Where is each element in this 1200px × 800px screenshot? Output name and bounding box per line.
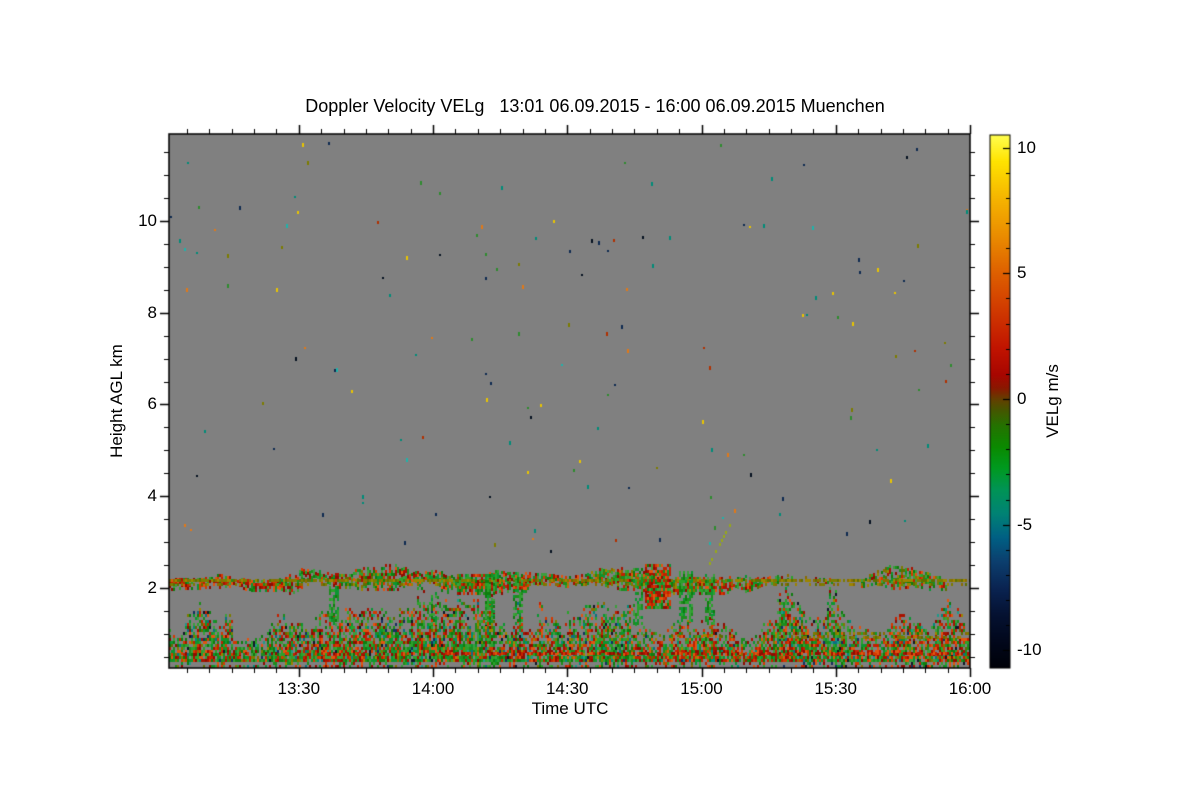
x-tick-label: 14:00 [411, 679, 455, 698]
y-tick-label: 2 [147, 577, 157, 597]
x-tick-label: 15:00 [680, 679, 723, 698]
colorbar-tick-label: -10 [1017, 640, 1042, 660]
y-tick-label: 8 [147, 302, 157, 322]
x-tick-label: 14:30 [545, 679, 589, 698]
x-tick-label: 15:30 [814, 679, 858, 698]
x-axis-label: Time UTC [531, 699, 609, 718]
colorbar-tick-label: 10 [1017, 137, 1036, 157]
chart-title: Doppler Velocity VELg 13:01 06.09.2015 -… [305, 96, 885, 116]
x-tick-label: 16:00 [948, 679, 992, 698]
y-tick-label: 10 [138, 211, 157, 231]
colorbar-tick-label: -5 [1017, 514, 1033, 534]
colorbar-label: VELg m/s [1043, 364, 1062, 438]
y-tick-label: 4 [147, 486, 157, 506]
colorbar-tick-label: 0 [1017, 388, 1027, 408]
x-tick-label: 13:30 [277, 679, 321, 698]
doppler-velocity-figure: Doppler Velocity VELg 13:01 06.09.2015 -… [0, 0, 1200, 800]
colorbar-tick-label: 5 [1017, 263, 1027, 283]
y-tick-label: 6 [147, 394, 157, 414]
